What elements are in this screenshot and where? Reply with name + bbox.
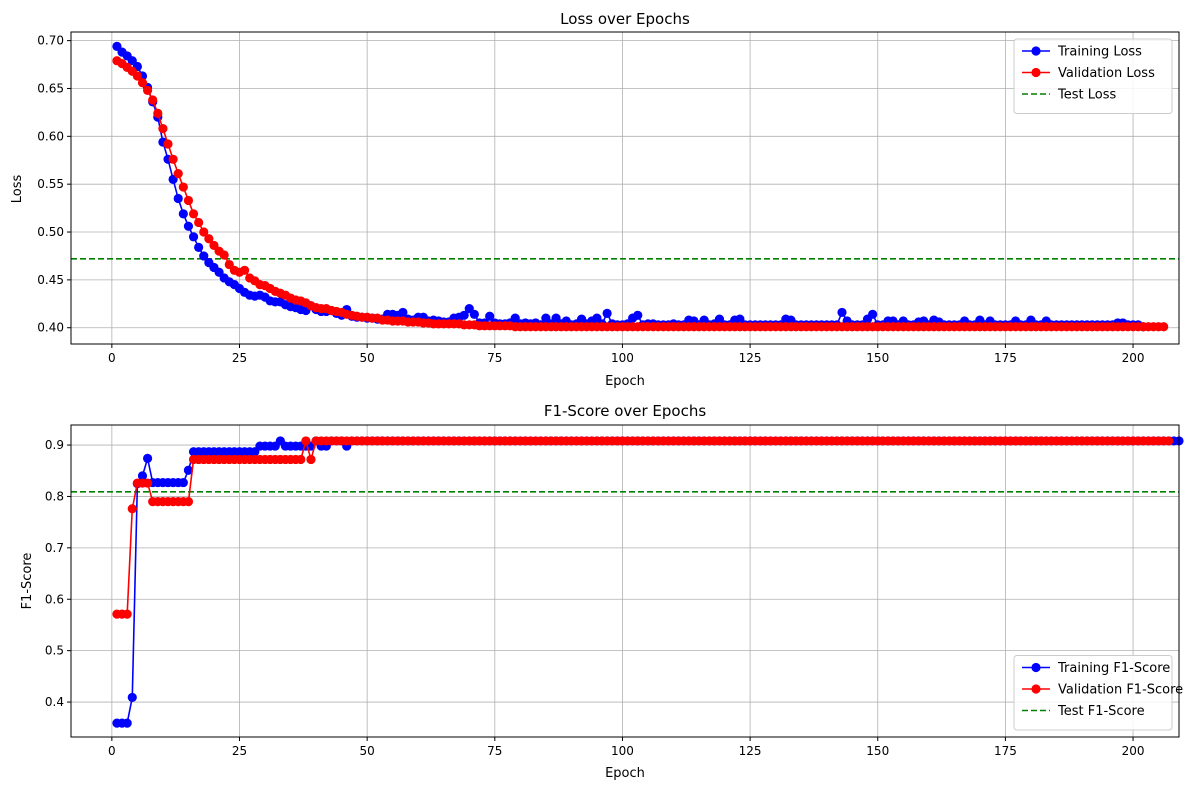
- f1-training-f1-score-point: [178, 477, 188, 488]
- f1-validation-f1-score-point: [122, 609, 132, 619]
- loss-legend-training-loss-swatch-marker: [1031, 46, 1041, 56]
- f1-x-tick-label: 75: [487, 744, 502, 758]
- loss-validation-loss-point: [240, 265, 250, 275]
- loss-validation-loss-point: [158, 124, 168, 134]
- loss-legend: Training Loss Validation Loss Test Loss: [1013, 38, 1173, 114]
- loss-validation-loss-point: [183, 195, 194, 206]
- f1-y-tick-label: 0.8: [45, 489, 64, 503]
- loss-y-tick-label: 0.70: [37, 34, 64, 48]
- f1-y-tick-label: 0.5: [45, 644, 64, 658]
- loss-validation-loss-point: [168, 154, 178, 164]
- loss-validation-loss-point: [219, 250, 229, 260]
- f1-validation-f1-score-point: [296, 454, 306, 465]
- f1-validation-f1-score-point: [306, 454, 316, 465]
- loss-x-tick-label: 125: [739, 351, 762, 365]
- loss-training-loss-point: [633, 310, 643, 320]
- loss-training-loss-point: [868, 309, 878, 319]
- loss-chart-title: Loss over Epochs: [560, 10, 690, 28]
- loss-y-tick-label: 0.55: [37, 177, 64, 191]
- loss-validation-loss-point: [1159, 322, 1169, 332]
- loss-legend-validation-loss-swatch-marker: [1031, 67, 1041, 78]
- f1-y-tick-label: 0.7: [45, 541, 64, 555]
- f1-x-tick-label: 50: [360, 744, 375, 758]
- loss-x-tick-label: 75: [487, 351, 502, 365]
- f1-x-tick-label: 0: [108, 744, 116, 758]
- loss-training-loss-point: [837, 307, 847, 318]
- loss-x-tick-label: 150: [866, 351, 889, 365]
- loss-validation-loss-point: [188, 209, 199, 219]
- loss-y-tick-label: 0.50: [37, 225, 64, 239]
- f1-legend: Training F1-Score Validation F1-Score Test…: [1013, 655, 1183, 731]
- loss-y-tick-label: 0.60: [37, 129, 64, 143]
- loss-x-tick-label: 200: [1122, 351, 1145, 365]
- f1-validation-f1-score-point: [127, 504, 137, 514]
- loss-validation-loss-point: [153, 108, 163, 118]
- f1-legend-test-f1-score-label: Test F1-Score: [1057, 704, 1145, 719]
- loss-y-tick-label: 0.65: [37, 81, 64, 95]
- f1-x-tick-label: 25: [232, 744, 247, 758]
- loss-training-loss-point: [183, 221, 194, 231]
- f1-validation-f1-score-point: [1164, 436, 1174, 446]
- loss-training-loss-point: [188, 232, 199, 242]
- loss-validation-loss-point: [137, 78, 148, 88]
- loss-legend-training-loss-label: Training Loss: [1057, 45, 1142, 60]
- loss-x-tick-label: 0: [108, 351, 116, 365]
- loss-training-loss-point: [173, 193, 183, 204]
- f1-training-f1-score-point: [127, 692, 137, 703]
- loss-training-loss-point: [178, 209, 188, 219]
- f1-legend-training-f1-score-label: Training F1-Score: [1057, 661, 1170, 676]
- loss-training-loss-point: [602, 308, 612, 318]
- loss-y-tick-label: 0.40: [37, 321, 64, 335]
- f1-y-tick-label: 0.9: [45, 438, 64, 452]
- loss-x-tick-label: 175: [994, 351, 1017, 365]
- f1-training-f1-score-point: [142, 453, 153, 464]
- loss-validation-loss-point: [148, 95, 158, 105]
- loss-y-tick-label: 0.45: [37, 273, 64, 287]
- f1-x-tick-label: 125: [739, 744, 762, 758]
- f1-y-tick-label: 0.4: [45, 695, 64, 709]
- loss-training-loss-point: [194, 242, 204, 252]
- loss-validation-loss-point: [173, 169, 183, 179]
- f1-x-tick-label: 175: [994, 744, 1017, 758]
- loss-training-loss-point: [469, 309, 479, 319]
- loss-x-tick-label: 25: [232, 351, 247, 365]
- loss-legend-validation-loss-label: Validation Loss: [1058, 66, 1155, 81]
- f1-x-tick-label: 200: [1122, 744, 1145, 758]
- loss-legend-test-loss-label: Test Loss: [1057, 88, 1116, 103]
- loss-x-axis-label: Epoch: [605, 374, 645, 389]
- f1-legend-validation-f1-score-label: Validation F1-Score: [1058, 683, 1183, 698]
- f1-validation-f1-score-point: [301, 436, 311, 446]
- f1-chart-title: F1-Score over Epochs: [544, 402, 707, 420]
- loss-validation-loss-point: [178, 182, 188, 192]
- figure: Loss over Epochs Epoch Loss 0 25 50 75 100 12…: [0, 0, 1190, 790]
- loss-x-tick-label: 100: [611, 351, 634, 365]
- f1-training-f1-score-point: [122, 718, 132, 728]
- f1-y-axis-label: F1-Score: [20, 553, 35, 610]
- loss-y-axis-label: Loss: [10, 175, 25, 204]
- f1-validation-f1-score-point: [183, 496, 194, 507]
- f1-x-axis-label: Epoch: [605, 766, 645, 781]
- f1-validation-f1-score-point: [142, 478, 153, 488]
- loss-validation-loss-point: [142, 85, 153, 95]
- f1-legend-validation-f1-score-swatch-marker: [1031, 684, 1041, 694]
- f1-x-tick-label: 150: [866, 744, 889, 758]
- f1-legend-training-f1-score-swatch-marker: [1031, 662, 1041, 673]
- figure-background: [0, 0, 1190, 790]
- f1-x-tick-label: 100: [611, 744, 634, 758]
- loss-validation-loss-point: [194, 217, 204, 228]
- f1-y-tick-label: 0.6: [45, 592, 64, 606]
- loss-validation-loss-point: [163, 139, 173, 149]
- loss-x-tick-label: 50: [360, 351, 375, 365]
